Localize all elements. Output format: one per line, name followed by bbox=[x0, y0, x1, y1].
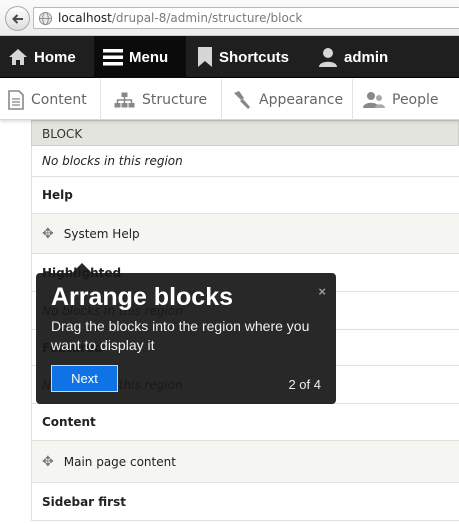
drag-handle-icon[interactable]: ✥ bbox=[42, 226, 54, 242]
toolbar-home[interactable]: Home bbox=[0, 36, 93, 78]
tray-item-people-label: People bbox=[392, 91, 439, 108]
toolbar-user[interactable]: admin bbox=[314, 36, 404, 78]
toolbar-shortcuts[interactable]: Shortcuts bbox=[194, 36, 304, 78]
toolbar-tray: Content Structure Appearance People bbox=[0, 79, 459, 120]
toolbar-menu-label: Menu bbox=[129, 48, 169, 66]
bookmark-icon bbox=[198, 47, 212, 67]
tray-item-content[interactable]: Content bbox=[0, 79, 101, 120]
next-button[interactable]: Next bbox=[51, 365, 118, 392]
url-path: /drupal-8/admin/structure/block bbox=[111, 11, 303, 25]
url-text: localhost/drupal-8/admin/structure/block bbox=[58, 11, 302, 25]
region-row-content: Content bbox=[31, 404, 459, 441]
region-row-sidebar-first: Sidebar first bbox=[31, 483, 459, 521]
browser-address-bar: localhost/drupal-8/admin/structure/block bbox=[0, 0, 459, 36]
url-field[interactable]: localhost/drupal-8/admin/structure/block bbox=[33, 7, 459, 29]
admin-toolbar: Home Menu Shortcuts admin bbox=[0, 36, 459, 78]
block-name: System Help bbox=[63, 226, 140, 241]
block-row-main-page-content[interactable]: ✥ Main page content bbox=[31, 441, 459, 483]
tour-tooltip: Arrange blocks × Drag the blocks into th… bbox=[36, 263, 336, 404]
arrow-left-icon bbox=[12, 14, 23, 24]
drag-handle-icon[interactable]: ✥ bbox=[42, 454, 54, 470]
tray-item-appearance-label: Appearance bbox=[259, 91, 344, 108]
toolbar-menu[interactable]: Menu bbox=[94, 36, 186, 78]
user-icon bbox=[319, 48, 337, 67]
tour-progress: 2 of 4 bbox=[288, 377, 321, 392]
tray-item-structure[interactable]: Structure bbox=[101, 79, 222, 120]
toolbar-shortcuts-label: Shortcuts bbox=[219, 48, 290, 66]
table-row-empty: No blocks in this region bbox=[31, 146, 459, 177]
block-name: Main page content bbox=[63, 454, 176, 469]
tour-body: Drag the blocks into the region where yo… bbox=[51, 318, 310, 353]
column-header-block: Block bbox=[31, 120, 459, 146]
toolbar-user-label: admin bbox=[344, 48, 389, 66]
globe-icon bbox=[38, 11, 53, 26]
tray-item-appearance[interactable]: Appearance bbox=[222, 79, 353, 120]
hamburger-menu-icon bbox=[103, 49, 123, 66]
tray-item-people[interactable]: People bbox=[353, 79, 459, 120]
close-icon[interactable]: × bbox=[318, 284, 326, 299]
block-row-system-help[interactable]: ✥ System Help bbox=[31, 214, 459, 254]
tray-item-content-label: Content bbox=[31, 91, 87, 108]
toolbar-home-label: Home bbox=[34, 48, 76, 66]
people-icon bbox=[363, 91, 385, 108]
tooltip-pointer bbox=[72, 263, 92, 273]
tray-item-structure-label: Structure bbox=[142, 91, 208, 108]
sitemap-icon bbox=[114, 92, 135, 107]
page-icon bbox=[8, 89, 24, 110]
region-row-help: Help bbox=[31, 177, 459, 214]
paintbrush-icon bbox=[234, 90, 250, 109]
home-icon bbox=[9, 49, 27, 65]
back-button[interactable] bbox=[5, 6, 30, 31]
tour-title: Arrange blocks bbox=[51, 283, 234, 311]
url-host: localhost bbox=[58, 11, 112, 25]
